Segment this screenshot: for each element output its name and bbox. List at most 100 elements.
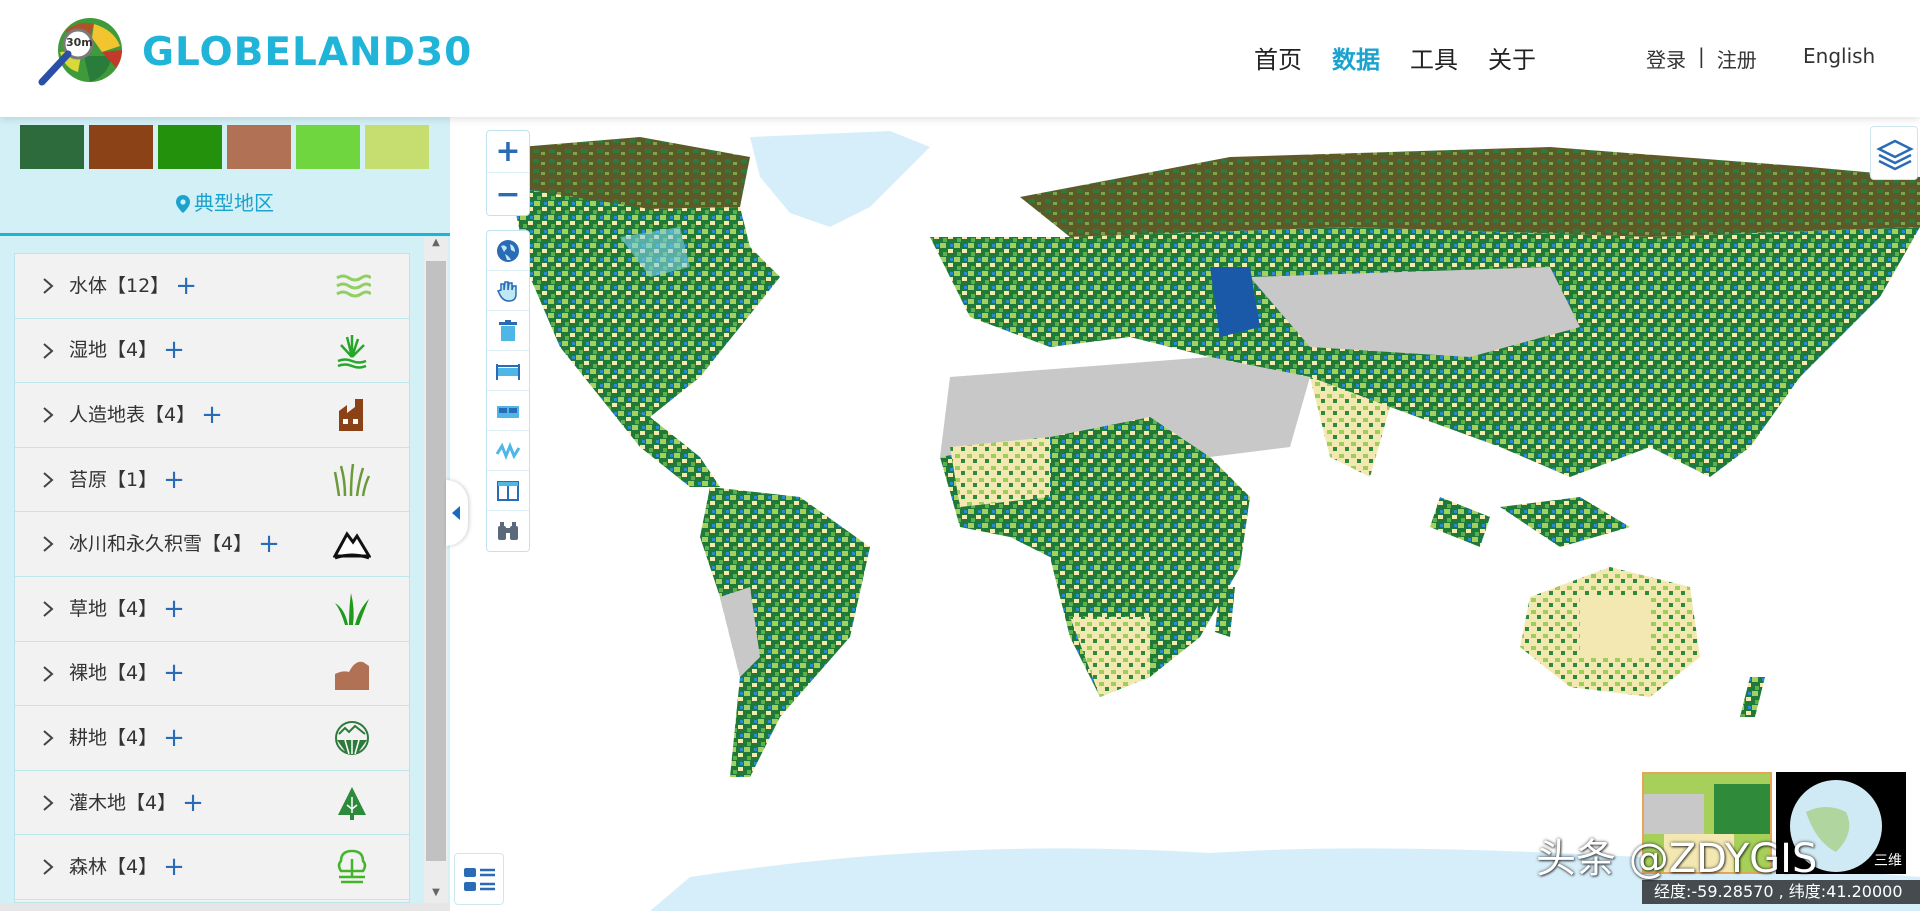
auth-links: 登录 | 注册 [1646, 44, 1757, 73]
layers-button[interactable] [1870, 126, 1918, 180]
nav-data[interactable]: 数据 [1332, 40, 1380, 75]
add-button[interactable]: + [163, 723, 185, 753]
swatch[interactable] [89, 125, 153, 169]
add-button[interactable]: + [163, 658, 185, 688]
nav-tools[interactable]: 工具 [1410, 40, 1458, 75]
item-label: 苔原【1】 + [69, 464, 185, 495]
list-item[interactable]: 裸地【4】 + [15, 642, 409, 707]
list-item[interactable]: 人造地表【4】 + [15, 383, 409, 448]
swatch[interactable] [227, 125, 291, 169]
typical-region-tab[interactable]: 典型地区 [0, 181, 450, 225]
cultivated-land-icon [335, 721, 369, 756]
legend-button[interactable] [454, 853, 504, 905]
list-item[interactable]: 耕地【4】 + [15, 706, 409, 771]
language-switch[interactable]: English [1803, 44, 1875, 68]
logo[interactable]: 30m GLOBELAND30 [36, 16, 471, 92]
divider [0, 233, 450, 236]
chevron-right-icon [43, 278, 54, 294]
list-item[interactable]: 森林【4】 + [15, 835, 409, 900]
legend-icon [464, 868, 495, 891]
add-button[interactable]: + [163, 465, 185, 495]
item-label: 灌木地【4】 + [69, 787, 204, 818]
item-label: 人造地表【4】 + [69, 399, 223, 430]
nav-about[interactable]: 关于 [1488, 40, 1536, 75]
swatch[interactable] [20, 125, 84, 169]
scroll-thumb[interactable] [426, 261, 446, 861]
land-cover-swatches [20, 125, 429, 169]
list-item[interactable]: 苔原【1】 + [15, 448, 409, 513]
hand-pan-icon[interactable] [487, 271, 529, 311]
item-label: 裸地【4】 + [69, 658, 185, 689]
zoom-out-button[interactable]: − [487, 173, 529, 215]
globe-icon[interactable] [487, 231, 529, 271]
logo-globe-icon [38, 18, 122, 86]
logo-text: GLOBELAND30 [142, 30, 473, 75]
auth-separator: | [1698, 44, 1705, 68]
swatch[interactable] [296, 125, 360, 169]
chevron-right-icon [43, 601, 54, 617]
nav-home[interactable]: 首页 [1254, 40, 1302, 75]
header: 30m GLOBELAND30 首页 数据 工具 关于 登录 | 注册 Engl… [0, 0, 1920, 117]
list-item[interactable]: 草地【4】 + [15, 577, 409, 642]
main-nav: 首页 数据 工具 关于 [1254, 40, 1536, 75]
profile-icon[interactable] [487, 431, 529, 471]
scroll-up-icon[interactable]: ▲ [424, 237, 448, 253]
item-label: 草地【4】 + [69, 593, 185, 624]
list-item[interactable]: 水体【12】 + [15, 254, 409, 319]
item-label: 耕地【4】 + [69, 722, 185, 753]
location-pin-icon [176, 195, 190, 213]
list-item[interactable]: 灌木地【4】 + [15, 771, 409, 836]
add-button[interactable]: + [163, 594, 185, 624]
3d-label: 三维 [1874, 853, 1902, 869]
add-button[interactable]: + [163, 852, 185, 882]
swatch[interactable] [158, 125, 222, 169]
measure-distance-icon[interactable] [487, 351, 529, 391]
chevron-right-icon [43, 665, 54, 682]
add-button[interactable]: + [258, 529, 280, 559]
forest-icon [337, 850, 367, 884]
chevron-right-icon [43, 342, 54, 359]
item-label: 水体【12】 + [69, 270, 198, 301]
list-scrollbar[interactable]: ▲ ▼ [424, 237, 448, 903]
watermark: 头条 @ZDYGIS [1536, 836, 1818, 882]
register-link[interactable]: 注册 [1717, 44, 1757, 73]
land-cover-list: 水体【12】 + 湿地【4】 + 人造地表【4】 + 苔原【1】 + 冰川和永久… [14, 253, 410, 903]
chevron-right-icon [43, 407, 54, 423]
item-label: 湿地【4】 + [69, 335, 185, 366]
map-toolbar: + − [486, 130, 530, 552]
zoom-in-button[interactable]: + [487, 131, 529, 173]
list-item[interactable]: 冰川和永久积雪【4】 + [15, 512, 409, 577]
binoculars-icon[interactable] [487, 511, 529, 551]
tundra-icon [333, 463, 371, 496]
item-label: 森林【4】 + [69, 852, 185, 883]
bare-land-icon [335, 661, 369, 690]
glacier-icon [333, 531, 371, 560]
add-button[interactable]: + [175, 271, 197, 301]
region-label: 典型地区 [194, 191, 274, 215]
grassland-icon [335, 592, 369, 625]
sidebar: 典型地区 水体【12】 + 湿地【4】 + 人造地表【4】 + 苔原【1】 + … [0, 117, 450, 911]
login-link[interactable]: 登录 [1646, 44, 1686, 73]
split-view-icon[interactable] [487, 471, 529, 511]
chevron-right-icon [43, 794, 54, 811]
scroll-down-icon[interactable]: ▼ [424, 887, 448, 903]
add-button[interactable]: + [201, 400, 223, 430]
swatch[interactable] [365, 125, 429, 169]
layers-icon [1876, 139, 1914, 171]
chevron-right-icon [43, 472, 54, 488]
list-item[interactable]: 湿地【4】 + [15, 319, 409, 384]
horizontal-scrollbar[interactable] [0, 903, 450, 911]
chevron-right-icon [43, 536, 54, 553]
add-button[interactable]: + [182, 788, 204, 818]
add-button[interactable]: + [163, 335, 185, 365]
item-label: 冰川和永久积雪【4】 + [69, 529, 280, 560]
wetland-icon [337, 334, 367, 369]
collapse-sidebar-button[interactable] [446, 480, 468, 546]
chevron-left-icon [452, 506, 460, 520]
chevron-right-icon [43, 730, 54, 746]
shrubland-icon [338, 786, 366, 820]
trash-icon[interactable] [487, 311, 529, 351]
measure-area-icon[interactable] [487, 391, 529, 431]
logo-badge: 30m [66, 36, 93, 49]
artificial-surface-icon [339, 399, 363, 432]
